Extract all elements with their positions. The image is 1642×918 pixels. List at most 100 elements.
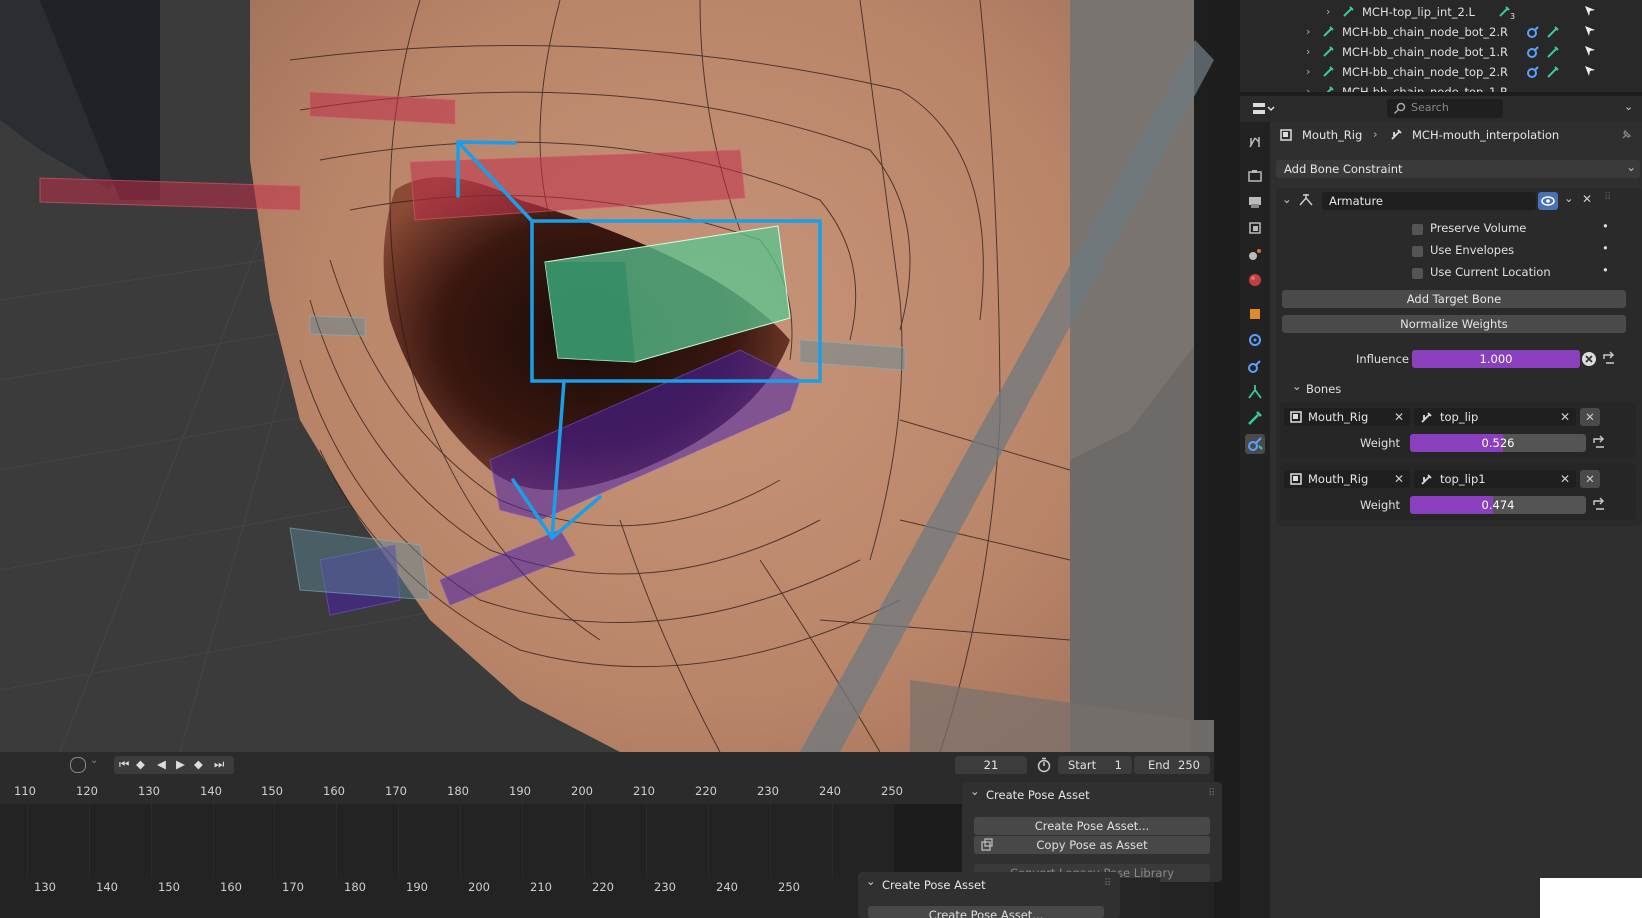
tool-tab-icon[interactable] [1245,132,1265,152]
record-icon[interactable] [70,757,86,773]
outliner-row[interactable]: › MCH-top_lip_int_2.L 3 [1240,2,1642,22]
copy-pose-as-asset-button[interactable]: Copy Pose as Asset [974,836,1210,854]
clear-icon[interactable]: ✕ [1394,470,1404,488]
bone-constraint-tab-icon[interactable] [1245,434,1265,454]
bone-icon [1421,412,1432,423]
scene-tab-icon[interactable] [1245,244,1265,264]
weight-slider[interactable]: 0.474 [1410,496,1586,514]
disable-keep-transform-icon[interactable] [1582,352,1596,366]
collapse-chevron-icon[interactable]: ⌄ [866,874,876,888]
close-icon[interactable]: ✕ [1582,192,1592,206]
play-icon[interactable]: ▶ [176,757,185,771]
object-constraint-tab-icon[interactable] [1245,356,1265,376]
outliner-item-label: MCH-top_lip_int_2.L [1362,5,1475,19]
frame-tick-label: 180 [447,784,469,798]
target-object-field[interactable]: Mouth_Rig ✕ [1284,470,1410,488]
3d-viewport[interactable] [0,0,1214,752]
constraint-name-field[interactable]: Armature [1322,192,1536,210]
view-layer-tab-icon[interactable] [1245,218,1265,238]
apply-icon[interactable] [1602,351,1616,365]
armature-data-tab-icon[interactable] [1245,382,1265,402]
modifier-tab-icon[interactable] [1245,330,1265,350]
preserve-volume-checkbox[interactable] [1412,224,1423,235]
influence-value: 1.000 [1479,352,1513,366]
chevron-right-icon[interactable]: › [1326,2,1330,22]
editor-type-icon[interactable] [1252,101,1276,117]
keyframe-dot-icon[interactable]: • [1602,219,1609,233]
add-bone-constraint-dropdown[interactable]: Add Bone Constraint ⌄ [1276,160,1640,178]
drag-handle-icon[interactable]: ⠿ [1104,878,1111,889]
collapse-chevron-icon[interactable]: ⌄ [970,784,980,798]
select-cursor-icon[interactable] [1583,24,1597,38]
clear-icon[interactable]: ✕ [1394,408,1404,426]
bone-tab-icon[interactable] [1245,408,1265,428]
outliner-row[interactable]: › MCH-bb_chain_node_bot_2.R [1240,22,1642,42]
end-label: End [1148,758,1170,772]
target-bone-field[interactable]: top_lip ✕ [1414,408,1576,426]
add-target-bone-button[interactable]: Add Target Bone [1282,290,1626,308]
outliner[interactable]: › MCH-top_lip_int_2.L 3 › MCH-bb_chain_n… [1240,0,1642,92]
weight-slider[interactable]: 0.526 [1410,434,1586,452]
prev-keyframe-icon[interactable]: ◆ [136,757,145,771]
chevron-down-icon[interactable]: ⌄ [1564,191,1574,205]
world-tab-icon[interactable] [1245,270,1265,290]
influence-slider[interactable]: 1.000 [1412,350,1580,368]
bone-pose-icon [1547,66,1559,78]
create-pose-asset-button[interactable]: Create Pose Asset... [868,906,1104,918]
next-keyframe-icon[interactable]: ◆ [194,757,203,771]
collapse-chevron-icon[interactable]: ⌄ [1282,192,1292,206]
target-object-field[interactable]: Mouth_Rig ✕ [1284,408,1410,426]
target-bone-field[interactable]: top_lip1 ✕ [1414,470,1576,488]
constraint-icon [1527,66,1539,78]
keyframe-dot-icon[interactable]: • [1602,241,1609,255]
play-reverse-icon[interactable]: ◀ [157,757,166,771]
use-envelopes-checkbox[interactable] [1412,246,1423,257]
frame-tick-label: 230 [757,784,779,798]
chevron-right-icon[interactable]: › [1306,62,1310,82]
object-tab-icon[interactable] [1245,304,1265,324]
outliner-row[interactable]: › MCH-bb_chain_node_top_2.R [1240,62,1642,82]
chevron-right-icon[interactable]: › [1306,22,1310,42]
drag-handle-icon[interactable]: ⠿ [1604,192,1611,203]
eye-icon[interactable] [1538,192,1558,210]
use-current-location-checkbox[interactable] [1412,268,1423,279]
render-tab-icon[interactable] [1245,166,1265,186]
out-of-range-area [894,804,964,878]
start-label: Start [1068,758,1097,772]
outliner-row[interactable]: › MCH-bb_chain_node_bot_1.R [1240,42,1642,62]
bone-icon [1323,26,1334,37]
chevron-right-icon[interactable]: › [1306,42,1310,62]
outliner-row[interactable]: › MCH-bb_chain_node_top_1.R [1240,82,1642,92]
output-tab-icon[interactable] [1245,192,1265,212]
create-pose-asset-button[interactable]: Create Pose Asset... [974,817,1210,835]
remove-target-icon[interactable]: ✕ [1580,408,1600,426]
pin-icon[interactable] [1620,128,1633,141]
start-frame-field[interactable]: Start 1 [1058,756,1132,774]
select-cursor-icon[interactable] [1583,4,1597,18]
use-envelopes-label: Use Envelopes [1430,243,1515,257]
chevron-down-icon[interactable]: ⌄ [1624,100,1633,113]
stopwatch-icon[interactable] [1036,757,1052,773]
bone-icon [1499,6,1510,17]
jump-start-icon[interactable]: ⏮ [119,757,129,772]
end-frame-field[interactable]: End 250 [1134,756,1210,774]
select-cursor-icon[interactable] [1583,44,1597,58]
remove-target-icon[interactable]: ✕ [1580,470,1600,488]
jump-end-icon[interactable]: ⏭ [214,757,224,772]
clear-icon[interactable]: ✕ [1560,408,1570,426]
normalize-weights-button[interactable]: Normalize Weights [1282,315,1626,333]
drag-handle-icon[interactable]: ⠿ [1208,788,1215,799]
target-bone-name: top_lip1 [1440,472,1486,486]
current-frame-field[interactable]: 21 [955,756,1027,774]
keyframe-dot-icon[interactable]: • [1602,263,1609,277]
bone-icon [1421,474,1432,485]
bones-chevron-icon[interactable]: ⌄ [1292,379,1302,393]
clear-icon[interactable]: ✕ [1560,470,1570,488]
select-cursor-icon[interactable] [1583,64,1597,78]
chevron-down-icon[interactable]: ⌄ [90,755,98,766]
apply-icon[interactable] [1592,435,1606,449]
chevron-right-icon[interactable]: › [1306,82,1310,92]
apply-icon[interactable] [1592,497,1606,511]
search-input[interactable]: Search [1387,99,1503,118]
influence-label: Influence [1356,352,1409,366]
